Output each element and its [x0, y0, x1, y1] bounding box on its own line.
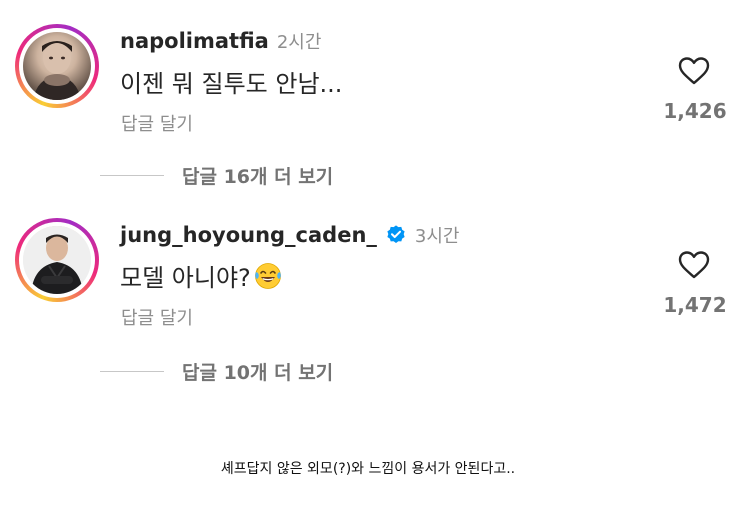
view-replies-label: 답글 16개 더 보기 — [182, 166, 334, 188]
comment-text: 이젠 뭐 질투도 안남... — [120, 64, 342, 99]
reply-button[interactable]: 답글 달기 — [121, 304, 193, 330]
timestamp: 3시간 — [414, 226, 460, 247]
divider-line — [100, 175, 164, 176]
avatar[interactable] — [23, 226, 91, 294]
avatar-portrait — [23, 226, 91, 294]
reply-button[interactable]: 답글 달기 — [121, 110, 193, 136]
heart-icon[interactable] — [678, 56, 710, 86]
like-count: 1,426 — [663, 99, 727, 123]
like-count: 1,472 — [663, 293, 727, 317]
avatar-portrait — [33, 41, 81, 100]
view-replies-button[interactable]: 답글 16개 더 보기 — [100, 162, 333, 189]
username[interactable]: napolimatfia — [120, 29, 269, 53]
divider-line — [100, 371, 164, 372]
view-replies-label: 답글 10개 더 보기 — [182, 362, 334, 384]
view-replies-button[interactable]: 답글 10개 더 보기 — [100, 358, 333, 385]
timestamp: 2시간 — [276, 32, 322, 53]
image-caption: 셰프답지 않은 외모(?)와 느낌이 용서가 안된다고.. — [220, 461, 516, 477]
avatar-story-ring[interactable] — [15, 24, 99, 108]
comment-header: jung_hoyoung_caden_ 3시간 — [120, 222, 459, 248]
avatar-story-ring[interactable] — [15, 218, 99, 302]
comment-text: 모델 아니야? — [120, 258, 283, 293]
heart-icon[interactable] — [678, 250, 710, 280]
verified-badge-icon — [387, 225, 405, 243]
username[interactable]: jung_hoyoung_caden_ — [120, 223, 377, 247]
face-with-tears-of-joy-icon — [254, 262, 281, 289]
comment-header: napolimatfia 2시간 — [120, 28, 321, 54]
comment-body: 모델 아니야? — [120, 264, 251, 292]
comment-body: 이젠 뭐 질투도 안남... — [120, 70, 343, 98]
avatar[interactable] — [23, 32, 91, 100]
